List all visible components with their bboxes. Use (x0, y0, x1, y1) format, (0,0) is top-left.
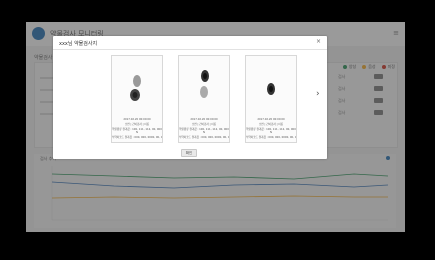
monitor-screen: 약물검사 모니터링 ≡ 약물검사 결과 양성 음성 미정 검사 검사 검사 검사… (26, 22, 405, 232)
next-arrow-icon[interactable]: › (316, 89, 320, 99)
card-meta: N (270, 131, 272, 134)
close-icon[interactable]: × (316, 38, 321, 45)
card-date: 2017.02.20 00:00:00 (190, 118, 218, 121)
card-info: 소변 | 간이검사 | 이름 (258, 123, 284, 126)
card-meta: N (203, 131, 205, 134)
card-date: 2017.02.20 00:00:00 (123, 118, 151, 121)
card-info: 소변 | 간이검사 | 이름 (191, 123, 217, 126)
card-date: 2017.02.20 00:00:00 (257, 118, 285, 121)
test-strip-image (200, 70, 209, 98)
modal-header: xxx님 약물검사지 × (53, 36, 327, 50)
test-strip-image (130, 75, 141, 101)
card-meta: N (136, 131, 138, 134)
test-sheet-card[interactable]: 2017.02.20 00:00:00 소변 | 간이검사 | 이름 약물종류 … (178, 55, 230, 143)
modal-title: xxx님 약물검사지 (59, 41, 98, 47)
drug-test-sheet-modal: xxx님 약물검사지 × 2017.02.20 00:00:00 소변 | 간이… (53, 36, 327, 159)
test-sheet-card[interactable]: 2017.02.20 00:00:00 소변 | 간이검사 | 이름 약물종류 … (111, 55, 163, 143)
card-meta: 식약처코드 결과값 : 000, 000, 0000, 00, 00 (112, 136, 162, 139)
test-strip-image (267, 83, 275, 95)
card-meta: 식약처코드 결과값 : 000, 000, 0000, 00, 00 (246, 136, 296, 139)
card-info: 소변 | 간이검사 | 이름 (124, 123, 150, 126)
test-sheet-card[interactable]: 2017.02.20 00:00:00 소변 | 간이검사 | 이름 약물종류 … (245, 55, 297, 143)
confirm-button[interactable]: 확인 (181, 149, 197, 157)
card-meta: 식약처코드 결과값 : 000, 000, 0000, 00, 00 (179, 136, 229, 139)
